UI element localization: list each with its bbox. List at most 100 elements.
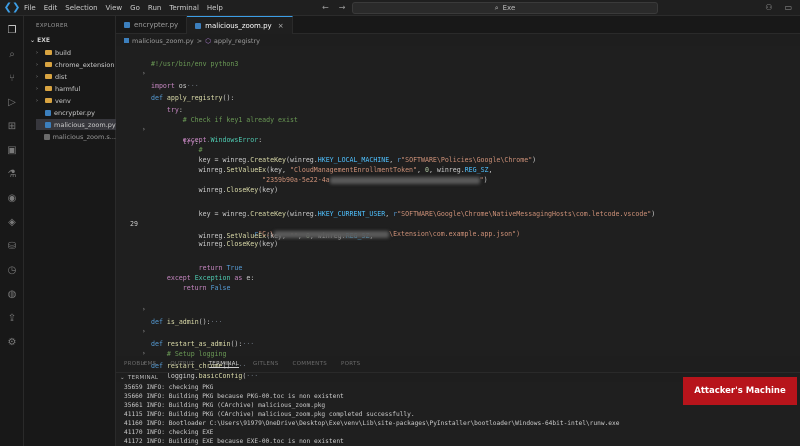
panel-tabs: PROBLEMS OUTPUT TERMINAL GITLENS COMMENT… [116, 358, 800, 370]
tree-item-folder[interactable]: › venv [36, 95, 116, 106]
folder-icon [45, 98, 52, 103]
titlebar-controls: ⚇ ▭ [765, 3, 792, 12]
explorer-title: EXPLORER [36, 23, 69, 29]
command-center-text: Exe [502, 4, 516, 12]
code-line: › def is_admin():··· [142, 306, 223, 326]
code-line: winreg.CloseKey(key) [151, 186, 279, 194]
code-line: def apply_registry(): [151, 94, 235, 102]
folder-icon [45, 86, 52, 91]
breadcrumb-file[interactable]: malicious_zoom.py [132, 37, 194, 45]
code-line: › import os··· [142, 70, 199, 90]
command-center-search[interactable]: ⌕ Exe [352, 2, 658, 14]
explorer-icon[interactable]: ❐ [5, 24, 19, 38]
menu-go[interactable]: Go [130, 4, 140, 12]
code-line: › logging.basicConfig(··· [142, 360, 259, 380]
tree-item-folder[interactable]: › chrome_extension [36, 59, 116, 70]
code-line: › def restart_as_admin():··· [142, 328, 255, 348]
forward-arrow-icon[interactable]: → [339, 3, 346, 12]
tree-item-folder[interactable]: › build [36, 47, 116, 58]
menu-file[interactable]: File [24, 4, 36, 12]
python-file-icon [45, 109, 51, 116]
title-bar: ❮❯ File Edit Selection View Go Run Termi… [0, 0, 800, 16]
terminal-line: 35661 INFO: Building PKG (CArchive) mali… [124, 402, 326, 409]
terminal-line: 41160 INFO: Bootloader C:\Users\91979\On… [124, 420, 620, 427]
terminal-line: 35659 INFO: checking PKG [124, 384, 214, 391]
folder-icon [45, 74, 52, 79]
remote-explorer-icon[interactable]: ▣ [5, 144, 19, 158]
tab-terminal[interactable]: TERMINAL [208, 361, 240, 368]
extensions-icon[interactable]: ⊞ [5, 120, 19, 134]
chevron-right-icon[interactable]: › [142, 68, 146, 80]
search-icon: ⌕ [494, 3, 499, 12]
tab-problems[interactable]: PROBLEMS [124, 361, 156, 367]
tree-item-file[interactable]: encrypter.py [36, 107, 116, 118]
tab-malicious-zoom[interactable]: malicious_zoom.py × [187, 16, 293, 34]
folder-icon [45, 62, 52, 67]
layout-icon[interactable]: ▭ [784, 3, 792, 12]
explorer-sidebar: EXPLORER ⌄ EXE › build › chrome_extensio… [24, 16, 116, 446]
chevron-down-icon[interactable]: ⌄ [120, 375, 125, 381]
python-file-icon [195, 22, 202, 29]
function-icon: ⬡ [205, 36, 211, 45]
terminal-title: TERMINAL [127, 374, 159, 381]
breadcrumb: malicious_zoom.py > ⬡ apply_registry [116, 35, 800, 46]
file-icon [44, 133, 50, 140]
gitlens-icon[interactable]: ◉ [5, 192, 19, 206]
chevron-right-icon: › [36, 61, 38, 68]
tab-gitlens[interactable]: GITLENS [253, 361, 279, 367]
tab-ports[interactable]: PORTS [341, 361, 360, 367]
chevron-right-icon: › [36, 49, 38, 56]
menu-terminal[interactable]: Terminal [169, 4, 199, 12]
run-debug-icon[interactable]: ▷ [5, 96, 19, 110]
terminal-line: 41172 INFO: Building EXE because EXE-00.… [124, 438, 344, 445]
timeline-icon[interactable]: ◷ [5, 264, 19, 278]
code-line: return False [182, 284, 231, 292]
breadcrumb-symbol[interactable]: apply_registry [214, 37, 260, 45]
chevron-right-icon: › [36, 73, 38, 80]
tab-output[interactable]: OUTPUT [170, 361, 194, 367]
back-arrow-icon[interactable]: ← [322, 3, 329, 12]
source-control-icon[interactable]: ⑂ [5, 72, 19, 86]
attackers-machine-badge: Attacker's Machine [683, 377, 797, 405]
menu-view[interactable]: View [106, 4, 123, 12]
activity-bar: ❐ ⌕ ⑂ ▷ ⊞ ▣ ⚗ ◉ ◈ ⛁ ◷ ◍ ⇪ ⚙ [0, 16, 24, 446]
testing-icon[interactable]: ⚗ [5, 168, 19, 182]
menu-bar: File Edit Selection View Go Run Terminal… [24, 4, 223, 12]
github-icon[interactable]: ◍ [5, 288, 19, 302]
vscode-logo-icon: ❮❯ [3, 2, 21, 13]
chevron-right-icon: › [36, 85, 38, 92]
nav-arrows: ← → [322, 3, 345, 12]
code-line: winreg.CloseKey(key) [151, 240, 279, 248]
menu-run[interactable]: Run [148, 4, 161, 12]
terminal-line: 41170 INFO: checking EXE [124, 429, 214, 436]
editor-tabs: encrypter.py malicious_zoom.py × [116, 16, 800, 34]
python-file-icon [124, 38, 129, 43]
docker-icon[interactable]: ◈ [5, 216, 19, 230]
menu-help[interactable]: Help [207, 4, 223, 12]
menu-selection[interactable]: Selection [65, 4, 97, 12]
explorer-root-folder[interactable]: ⌄ EXE [30, 37, 50, 44]
tree-item-file[interactable]: malicious_zoom.s... [36, 131, 116, 142]
database-icon[interactable]: ⛁ [5, 240, 19, 254]
menu-edit[interactable]: Edit [44, 4, 58, 12]
search-icon[interactable]: ⌕ [5, 48, 19, 62]
copilot-icon[interactable]: ⚇ [765, 3, 772, 12]
python-file-icon [45, 121, 51, 128]
folder-icon [45, 50, 52, 55]
share-icon[interactable]: ⇪ [5, 312, 19, 326]
badge-label: Attacker's Machine [694, 386, 786, 396]
chevron-right-icon: › [36, 97, 38, 104]
tree-item-folder[interactable]: › harmful [36, 83, 116, 94]
terminal-line: 35660 INFO: Building PKG because PKG-00.… [124, 393, 344, 400]
code-editor-tail: # Setup logging › logging.basicConfig(··… [116, 336, 800, 380]
tree-item-folder[interactable]: › dist [36, 71, 116, 82]
python-file-icon [124, 22, 130, 28]
terminal-line: 41115 INFO: Building PKG (CArchive) mali… [124, 411, 415, 418]
settings-icon[interactable]: ⚙ [5, 336, 19, 350]
close-icon[interactable]: × [278, 22, 284, 30]
code-editor[interactable]: #!/usr/bin/env python3 › import os··· de… [116, 46, 800, 370]
tab-comments[interactable]: COMMENTS [293, 361, 328, 367]
tree-item-file-selected[interactable]: malicious_zoom.py [36, 119, 116, 130]
breadcrumb-separator: > [196, 36, 203, 45]
tab-encrypter[interactable]: encrypter.py [116, 16, 188, 34]
